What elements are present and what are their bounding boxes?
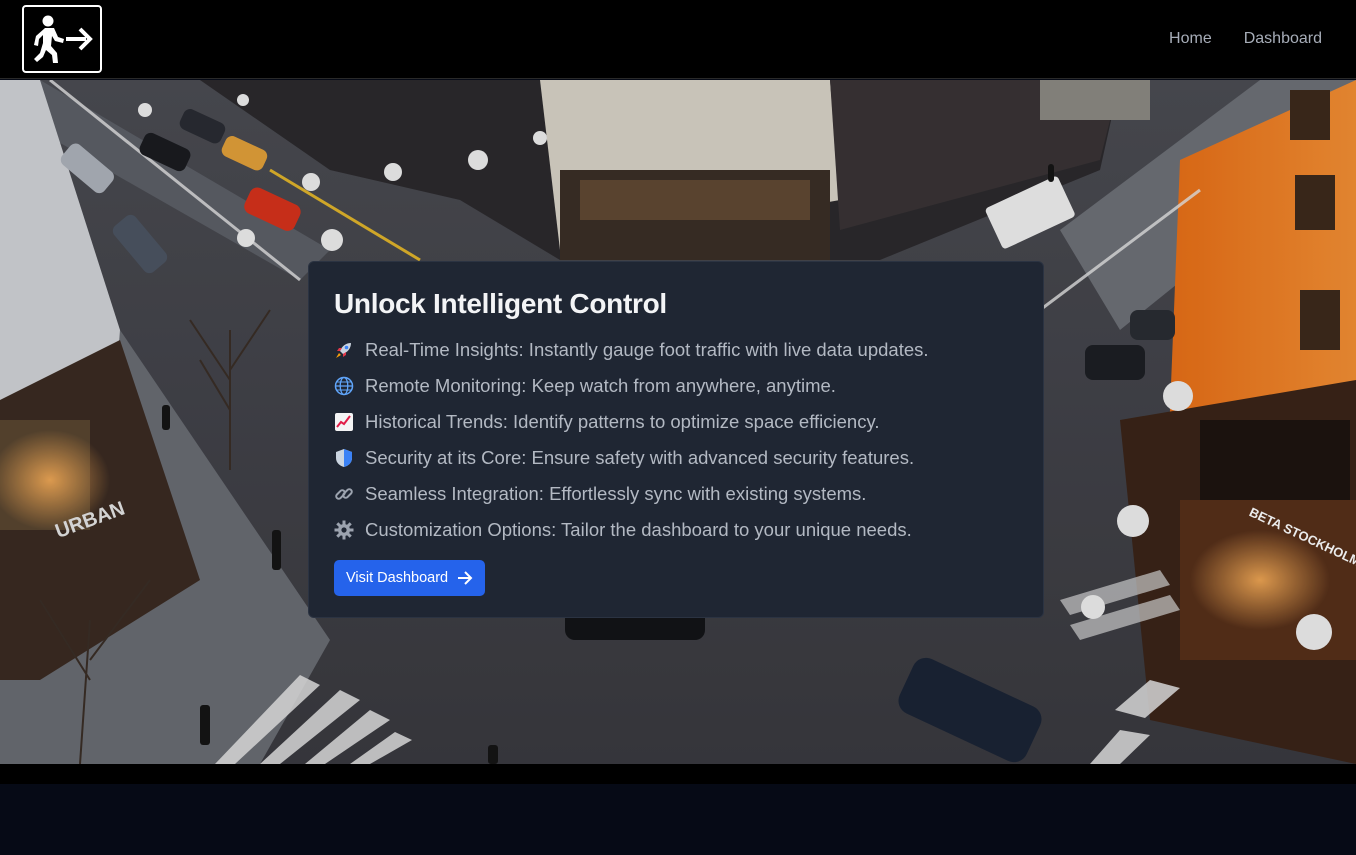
shield-icon [334,448,354,468]
feature-text: Seamless Integration: Effortlessly sync … [365,483,867,504]
visit-dashboard-label: Visit Dashboard [346,570,449,586]
logo[interactable] [22,5,102,73]
feature-text: Historical Trends: Identify patterns to … [365,411,880,432]
feature-item: Historical Trends: Identify patterns to … [334,404,1018,440]
exit-walking-person-icon [34,15,93,63]
feature-text: Customization Options: Tailor the dashbo… [365,519,912,540]
feature-text: Security at its Core: Ensure safety with… [365,447,915,468]
section-divider [0,764,1356,784]
navbar: Home Dashboard [0,0,1356,79]
feature-card: Unlock Intelligent Control Real-Time Ins… [308,261,1044,618]
page-lower-area [0,784,1356,855]
feature-item: Remote Monitoring: Keep watch from anywh… [334,368,1018,404]
nav-links: Home Dashboard [1169,30,1322,48]
visit-dashboard-button[interactable]: Visit Dashboard [334,560,486,596]
nav-link-home[interactable]: Home [1169,30,1212,48]
feature-item: Security at its Core: Ensure safety with… [334,440,1018,476]
globe-icon [334,376,354,396]
gear-icon [334,520,354,540]
arrow-right-icon [458,571,473,585]
feature-item: Real-Time Insights: Instantly gauge foot… [334,332,1018,368]
nav-link-dashboard[interactable]: Dashboard [1244,30,1322,48]
feature-item: Customization Options: Tailor the dashbo… [334,512,1018,548]
rocket-icon [334,340,354,360]
feature-text: Remote Monitoring: Keep watch from anywh… [365,375,836,396]
feature-item: Seamless Integration: Effortlessly sync … [334,476,1018,512]
link-icon [334,484,354,504]
feature-text: Real-Time Insights: Instantly gauge foot… [365,339,929,360]
chart-increasing-icon [334,412,354,432]
card-title: Unlock Intelligent Control [334,288,667,319]
